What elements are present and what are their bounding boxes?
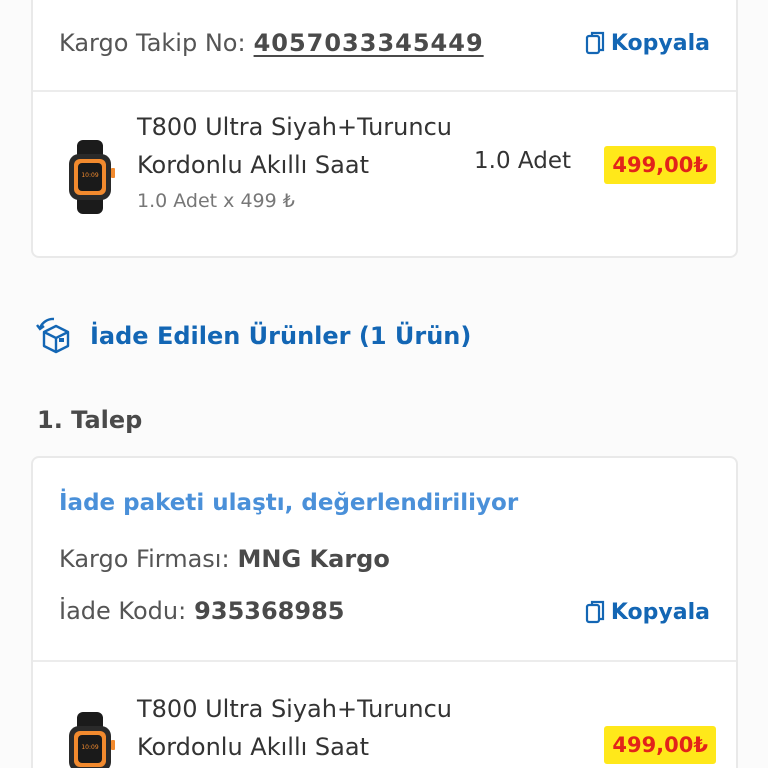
product-name-line2: Kordonlu Akıllı Saat xyxy=(137,733,369,761)
shipment-card: Kargo Takip No: 4057033345449 Kopyala 10… xyxy=(31,0,738,258)
copy-tracking-button[interactable]: Kopyala xyxy=(585,30,710,56)
smartwatch-image: 10:09 xyxy=(69,712,115,768)
product-name-line2: Kordonlu Akıllı Saat xyxy=(137,151,369,179)
return-status: İade paketi ulaştı, değerlendiriliyor xyxy=(59,490,519,516)
product-name-line1: T800 Ultra Siyah+Turuncu xyxy=(137,695,452,723)
product-name: T800 Ultra Siyah+Turuncu Kordonlu Akıllı… xyxy=(137,690,467,766)
copy-label: Kopyala xyxy=(610,599,710,625)
return-request-card: İade paketi ulaştı, değerlendiriliyor Ka… xyxy=(31,456,738,768)
product-quantity: 1.0 Adet xyxy=(474,148,571,174)
copy-icon xyxy=(585,31,604,55)
request-label: 1. Talep xyxy=(37,406,143,434)
product-name: T800 Ultra Siyah+Turuncu Kordonlu Akıllı… xyxy=(137,108,467,184)
product-price: 499,00₺ xyxy=(604,146,716,184)
svg-text:10:09: 10:09 xyxy=(81,172,98,179)
carrier-row: Kargo Firması: MNG Kargo xyxy=(59,542,710,576)
product-item-1[interactable]: 10:09 T800 Ultra Siyah+Turuncu Kordonlu … xyxy=(33,92,736,258)
smartwatch-image: 10:09 xyxy=(69,140,115,214)
product-unit-info: 1.0 Adet x 499 ₺ xyxy=(137,190,295,212)
returns-section-title: İade Edilen Ürünler (1 Ürün) xyxy=(36,316,471,356)
copy-icon xyxy=(585,600,604,624)
product-name-line1: T800 Ultra Siyah+Turuncu xyxy=(137,113,452,141)
return-box-icon xyxy=(36,317,70,354)
tracking-number[interactable]: 4057033345449 xyxy=(254,29,484,57)
copy-return-code-button[interactable]: Kopyala xyxy=(585,599,710,625)
return-code-value[interactable]: 935368985 xyxy=(194,597,344,625)
carrier-label: Kargo Firması: xyxy=(59,545,230,573)
copy-label: Kopyala xyxy=(610,30,710,56)
product-item-2[interactable]: 10:09 T800 Ultra Siyah+Turuncu Kordonlu … xyxy=(33,662,736,768)
tracking-label: Kargo Takip No: xyxy=(59,29,246,57)
return-code-label: İade Kodu: xyxy=(59,597,187,625)
order-detail-screen: Kargo Takip No: 4057033345449 Kopyala 10… xyxy=(0,0,768,768)
product-price: 499,00₺ xyxy=(604,726,716,764)
carrier-value: MNG Kargo xyxy=(237,545,390,573)
returns-title-text: İade Edilen Ürünler (1 Ürün) xyxy=(90,322,472,350)
svg-text:10:09: 10:09 xyxy=(81,744,98,751)
